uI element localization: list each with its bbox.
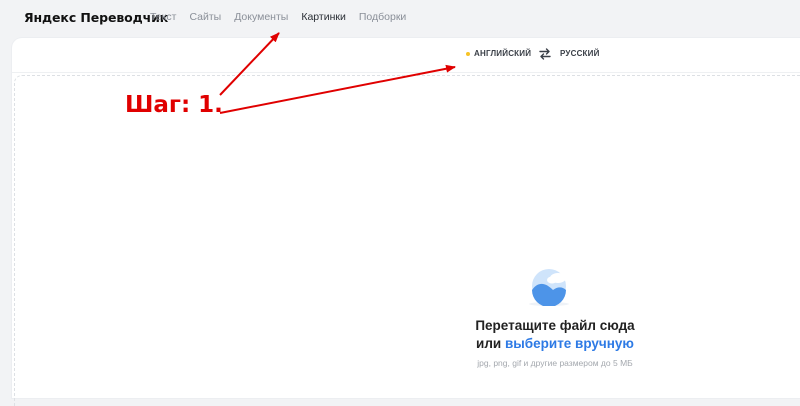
- drop-or-text: или: [476, 336, 505, 351]
- drop-title: Перетащите файл сюда: [475, 318, 635, 333]
- nav-tab-sites[interactable]: Сайты: [189, 11, 221, 23]
- main-nav: Текст Сайты Документы Картинки Подборки: [150, 11, 406, 23]
- source-language-selector[interactable]: АНГЛИЙСКИЙ: [466, 49, 531, 58]
- nav-tab-collections[interactable]: Подборки: [359, 11, 406, 23]
- nav-tab-documents[interactable]: Документы: [234, 11, 288, 23]
- language-bar: АНГЛИЙСКИЙ РУССКИЙ: [12, 38, 800, 73]
- annotation-step-label: Шаг: 1.: [125, 92, 223, 118]
- swap-arrows-icon[interactable]: [538, 47, 552, 61]
- file-format-hint: jpg, png, gif и другие размером до 5 МБ: [477, 358, 633, 368]
- choose-file-link[interactable]: выберите вручную: [505, 336, 634, 351]
- brand-logo[interactable]: Яндекс Переводчик: [24, 10, 168, 25]
- drop-subtitle: или выберите вручную: [445, 335, 665, 353]
- detected-dot-icon: [466, 51, 470, 56]
- image-icon: [529, 269, 569, 306]
- source-language-label: АНГЛИЙСКИЙ: [474, 49, 532, 58]
- target-language-selector[interactable]: РУССКИЙ: [560, 49, 600, 58]
- nav-tab-images[interactable]: Картинки: [301, 11, 346, 23]
- image-drop-zone[interactable]: Перетащите файл сюда или выберите вручну…: [14, 75, 800, 406]
- top-navigation-bar: Яндекс Переводчик Текст Сайты Документы …: [0, 0, 800, 36]
- nav-tab-text[interactable]: Текст: [150, 11, 176, 23]
